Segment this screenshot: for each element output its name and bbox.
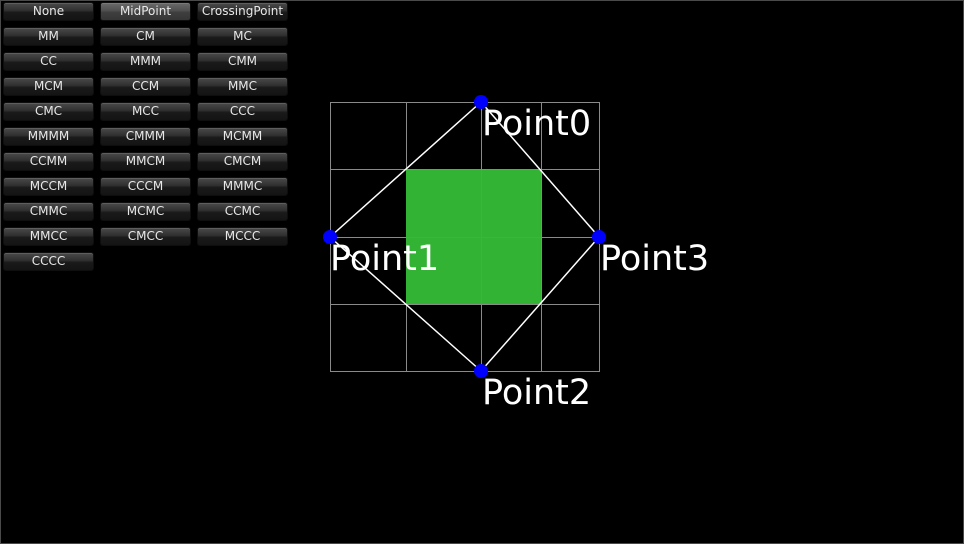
drawing-canvas: Point0 Point1 Point2 Point3	[323, 95, 709, 413]
point0-label: Point0	[482, 104, 591, 144]
point1-label: Point1	[330, 239, 439, 279]
point3-label: Point3	[600, 239, 709, 279]
point2-label: Point2	[482, 373, 591, 413]
